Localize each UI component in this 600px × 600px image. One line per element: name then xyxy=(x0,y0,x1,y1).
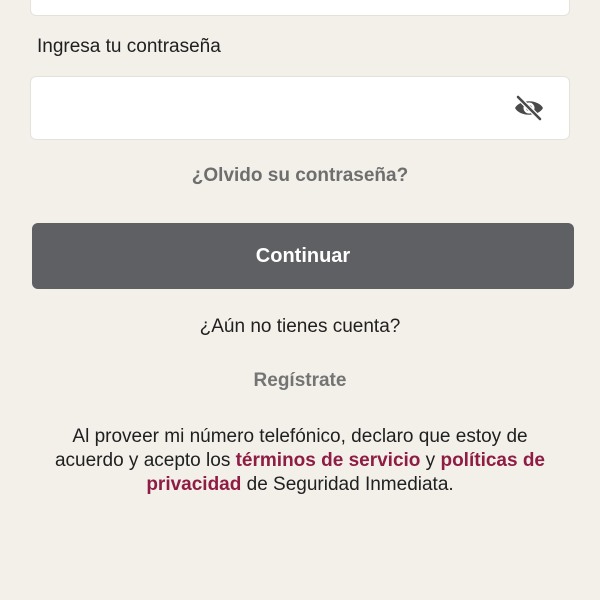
continue-button[interactable]: Continuar xyxy=(32,223,574,289)
login-screen: Ingresa tu contraseña ¿Olvido su contras… xyxy=(0,0,600,600)
register-link[interactable]: Regístrate xyxy=(0,370,600,392)
eye-off-icon[interactable] xyxy=(511,93,547,123)
password-label: Ingresa tu contraseña xyxy=(37,36,221,57)
forgot-password-link[interactable]: ¿Olvido su contraseña? xyxy=(0,165,600,187)
no-account-text: ¿Aún no tienes cuenta? xyxy=(199,316,401,337)
password-input[interactable] xyxy=(45,77,509,141)
legal-text-part3: de Seguridad Inmediata. xyxy=(241,474,454,495)
password-field[interactable] xyxy=(30,76,570,141)
phone-input-field[interactable] xyxy=(30,0,570,16)
terms-of-service-link[interactable]: términos de servicio xyxy=(236,450,421,471)
legal-disclaimer: Al proveer mi número telefónico, declaro… xyxy=(40,425,560,497)
legal-text-part2: y xyxy=(420,450,441,471)
